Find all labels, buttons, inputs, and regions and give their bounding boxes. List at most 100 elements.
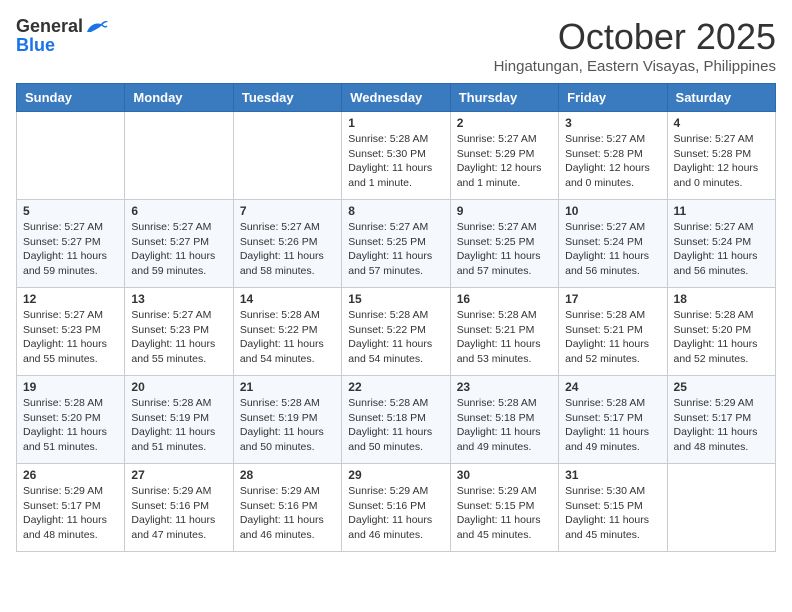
day-number: 9 (457, 204, 552, 218)
logo-blue-text: Blue (16, 35, 55, 56)
day-info: Sunrise: 5:29 AMSunset: 5:15 PMDaylight:… (457, 484, 552, 543)
table-row: 23Sunrise: 5:28 AMSunset: 5:18 PMDayligh… (450, 376, 558, 464)
daylight-text: Daylight: 11 hours and 58 minutes. (240, 250, 324, 277)
table-row: 20Sunrise: 5:28 AMSunset: 5:19 PMDayligh… (125, 376, 233, 464)
sunrise-text: Sunrise: 5:27 AM (131, 309, 211, 321)
daylight-text: Daylight: 11 hours and 51 minutes. (131, 426, 215, 453)
day-number: 7 (240, 204, 335, 218)
day-number: 2 (457, 116, 552, 130)
sunset-text: Sunset: 5:24 PM (565, 236, 643, 248)
sunrise-text: Sunrise: 5:29 AM (348, 485, 428, 497)
daylight-text: Daylight: 11 hours and 47 minutes. (131, 514, 215, 541)
sunset-text: Sunset: 5:29 PM (457, 148, 535, 160)
day-info: Sunrise: 5:29 AMSunset: 5:16 PMDaylight:… (348, 484, 443, 543)
daylight-text: Daylight: 12 hours and 1 minute. (457, 162, 542, 189)
day-number: 30 (457, 468, 552, 482)
day-number: 31 (565, 468, 660, 482)
day-info: Sunrise: 5:27 AMSunset: 5:29 PMDaylight:… (457, 132, 552, 191)
sunset-text: Sunset: 5:15 PM (457, 500, 535, 512)
table-row (233, 112, 341, 200)
day-number: 13 (131, 292, 226, 306)
day-info: Sunrise: 5:27 AMSunset: 5:24 PMDaylight:… (565, 220, 660, 279)
sunrise-text: Sunrise: 5:27 AM (674, 221, 754, 233)
day-info: Sunrise: 5:27 AMSunset: 5:27 PMDaylight:… (131, 220, 226, 279)
sunset-text: Sunset: 5:17 PM (565, 412, 643, 424)
table-row: 7 Sunrise: 5:27 AMSunset: 5:26 PMDaylight… (233, 200, 341, 288)
sunrise-text: Sunrise: 5:27 AM (240, 221, 320, 233)
table-row: 14 Sunrise: 5:28 AMSunset: 5:22 PMDayligh… (233, 288, 341, 376)
day-number: 26 (23, 468, 118, 482)
table-row: 2 Sunrise: 5:27 AMSunset: 5:29 PMDaylight… (450, 112, 558, 200)
day-info: Sunrise: 5:27 AMSunset: 5:23 PMDaylight:… (131, 308, 226, 367)
day-info: Sunrise: 5:29 AMSunset: 5:16 PMDaylight:… (240, 484, 335, 543)
day-info: Sunrise: 5:27 AMSunset: 5:25 PMDaylight:… (457, 220, 552, 279)
sunset-text: Sunset: 5:16 PM (348, 500, 426, 512)
day-info: Sunrise: 5:28 AMSunset: 5:21 PMDaylight:… (565, 308, 660, 367)
table-row: 17 Sunrise: 5:28 AMSunset: 5:21 PMDayligh… (559, 288, 667, 376)
sunset-text: Sunset: 5:22 PM (348, 324, 426, 336)
calendar-week-row: 1Sunrise: 5:28 AMSunset: 5:30 PMDaylight… (17, 112, 776, 200)
day-number: 8 (348, 204, 443, 218)
sunset-text: Sunset: 5:19 PM (240, 412, 318, 424)
table-row: 15 Sunrise: 5:28 AM Sunset: 5:22 PM Dayligh… (342, 288, 450, 376)
logo-general-text: General (16, 16, 83, 37)
day-info: Sunrise: 5:27 AMSunset: 5:28 PMDaylight:… (565, 132, 660, 191)
header-tuesday: Tuesday (233, 84, 341, 112)
sunrise-text: Sunrise: 5:28 AM (348, 309, 428, 321)
sunset-text: Sunset: 5:23 PM (23, 324, 101, 336)
table-row: 10 Sunrise: 5:27 AMSunset: 5:24 PMDayligh… (559, 200, 667, 288)
sunrise-text: Sunrise: 5:29 AM (131, 485, 211, 497)
table-row: 28Sunrise: 5:29 AMSunset: 5:16 PMDayligh… (233, 464, 341, 552)
day-number: 10 (565, 204, 660, 218)
title-section: October 2025 Hingatungan, Eastern Visaya… (494, 16, 776, 75)
daylight-text: Daylight: 11 hours and 51 minutes. (23, 426, 107, 453)
daylight-text: Daylight: 11 hours and 49 minutes. (457, 426, 541, 453)
day-info: Sunrise: 5:28 AMSunset: 5:22 PMDaylight:… (240, 308, 335, 367)
day-number: 11 (674, 204, 769, 218)
sunset-text: Sunset: 5:25 PM (457, 236, 535, 248)
sunrise-text: Sunrise: 5:27 AM (348, 221, 428, 233)
table-row: 1Sunrise: 5:28 AMSunset: 5:30 PMDaylight… (342, 112, 450, 200)
day-number: 14 (240, 292, 335, 306)
day-number: 22 (348, 380, 443, 394)
day-info: Sunrise: 5:28 AMSunset: 5:17 PMDaylight:… (565, 396, 660, 455)
sunset-text: Sunset: 5:20 PM (674, 324, 752, 336)
table-row: 12Sunrise: 5:27 AMSunset: 5:23 PMDayligh… (17, 288, 125, 376)
sunset-text: Sunset: 5:22 PM (240, 324, 318, 336)
day-info: Sunrise: 5:27 AMSunset: 5:26 PMDaylight:… (240, 220, 335, 279)
sunrise-text: Sunrise: 5:27 AM (131, 221, 211, 233)
daylight-text: Daylight: 11 hours and 56 minutes. (674, 250, 758, 277)
daylight-text: Daylight: 11 hours and 55 minutes. (23, 338, 107, 365)
daylight-text: Daylight: 11 hours and 53 minutes. (457, 338, 541, 365)
daylight-text: Daylight: 11 hours and 54 minutes. (348, 338, 432, 365)
table-row: 13 Sunrise: 5:27 AMSunset: 5:23 PMDayligh… (125, 288, 233, 376)
sunset-text: Sunset: 5:18 PM (348, 412, 426, 424)
sunset-text: Sunset: 5:16 PM (131, 500, 209, 512)
day-info: Sunrise: 5:29 AM Sunset: 5:16 PM Daylight:… (131, 484, 226, 543)
sunset-text: Sunset: 5:18 PM (457, 412, 535, 424)
daylight-text: Daylight: 11 hours and 56 minutes. (565, 250, 649, 277)
table-row: 24Sunrise: 5:28 AMSunset: 5:17 PMDayligh… (559, 376, 667, 464)
table-row: 4Sunrise: 5:27 AMSunset: 5:28 PMDaylight… (667, 112, 775, 200)
sunset-text: Sunset: 5:27 PM (23, 236, 101, 248)
day-info: Sunrise: 5:27 AMSunset: 5:28 PMDaylight:… (674, 132, 769, 191)
sunset-text: Sunset: 5:19 PM (131, 412, 209, 424)
calendar-table: Sunday Monday Tuesday Wednesday Thursday… (16, 83, 776, 552)
daylight-text: Daylight: 11 hours and 45 minutes. (457, 514, 541, 541)
day-number: 27 (131, 468, 226, 482)
day-info: Sunrise: 5:28 AMSunset: 5:21 PMDaylight:… (457, 308, 552, 367)
header-thursday: Thursday (450, 84, 558, 112)
table-row: 22Sunrise: 5:28 AMSunset: 5:18 PMDayligh… (342, 376, 450, 464)
sunset-text: Sunset: 5:25 PM (348, 236, 426, 248)
table-row: 29Sunrise: 5:29 AMSunset: 5:16 PMDayligh… (342, 464, 450, 552)
sunrise-text: Sunrise: 5:28 AM (23, 397, 103, 409)
table-row (17, 112, 125, 200)
sunrise-text: Sunrise: 5:28 AM (565, 397, 645, 409)
daylight-text: Daylight: 11 hours and 46 minutes. (240, 514, 324, 541)
day-number: 15 (348, 292, 443, 306)
day-number: 17 (565, 292, 660, 306)
table-row: 5Sunrise: 5:27 AMSunset: 5:27 PMDaylight… (17, 200, 125, 288)
sunrise-text: Sunrise: 5:27 AM (457, 221, 537, 233)
daylight-text: Daylight: 11 hours and 55 minutes. (131, 338, 215, 365)
day-info: Sunrise: 5:28 AMSunset: 5:20 PMDaylight:… (23, 396, 118, 455)
